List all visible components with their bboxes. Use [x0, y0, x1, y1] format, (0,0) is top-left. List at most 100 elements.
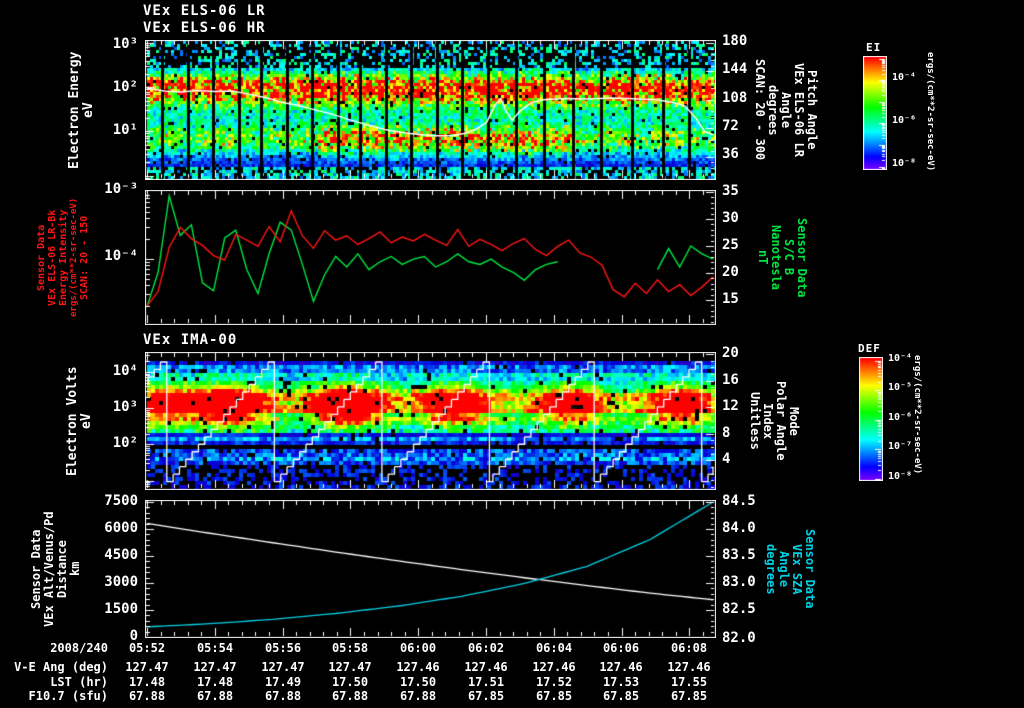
- time-tick-7: 06:06: [602, 641, 640, 655]
- time-tick-3: 05:58: [331, 641, 369, 655]
- time-tick-1: 05:54: [196, 641, 234, 655]
- def-colorbar-canvas: [859, 357, 883, 481]
- p4-right-axis-label: Sensor Data VEx SZA Angle degrees: [764, 500, 817, 638]
- p4-right-axis-label-line1: Sensor Data: [803, 529, 817, 609]
- p4-ytick-4500: 4500: [104, 547, 138, 563]
- p1-right-axis-label-line3: Angle: [779, 91, 793, 129]
- panel1-title-line2: VEx ELS-06 HR: [143, 20, 266, 36]
- def-cbtick-1e-8: 10⁻⁸: [888, 471, 913, 482]
- p3-right-axis-label-line3: Index: [761, 402, 775, 440]
- ei-cbtick-1e-8: 10⁻⁸: [892, 158, 917, 169]
- def-colorbar-units-text: ergs/(cm**2-sr-sec-eV): [912, 355, 922, 475]
- time-tick-0: 05:52: [128, 641, 166, 655]
- ephemeris-cell: 67.88: [196, 689, 234, 703]
- ei-colorbar-units-text: ergs/(cm**2-sr-sec-eV): [925, 52, 935, 172]
- panel3-title: VEx IMA-00: [143, 332, 238, 348]
- p2-right-axis-label-line2: S/C B: [782, 239, 796, 276]
- time-tick-8: 06:08: [670, 641, 708, 655]
- p1-left-axis-label: Electron Energy eV: [67, 40, 96, 180]
- p3-right-axis-label-line4: Unitless: [748, 392, 762, 450]
- p2-right-axis-label-line3: Nanotesla: [769, 224, 783, 291]
- ephemeris-cell: 127.47: [328, 660, 372, 674]
- ephemeris-cell: 127.46: [532, 660, 576, 674]
- p4-ytick-3000: 3000: [104, 574, 138, 590]
- altitude-sza-line-chart-canvas: [145, 500, 716, 638]
- p2-left-axis-label-line5: SCAN: 20 - 150: [79, 215, 90, 300]
- ephemeris-cell: 127.46: [599, 660, 643, 674]
- p1-left-axis-label-line1: Electron Energy: [67, 51, 82, 169]
- ephemeris-cell: 127.46: [667, 660, 711, 674]
- ephemeris-cell: 67.88: [264, 689, 302, 703]
- p3-left-axis-label-line1: Electron Volts: [65, 366, 80, 476]
- ephemeris-cell: 127.47: [261, 660, 305, 674]
- p3-left-axis-label-line2: eV: [79, 413, 94, 429]
- ephemeris-row-label-f107: F10.7 (sfu): [28, 689, 108, 703]
- time-tick-4: 06:00: [399, 641, 437, 655]
- p2-left-axis-label: Sensor Data VEx ELS-06 LR-Bk Energy Inte…: [36, 190, 90, 325]
- def-cbtick-1e-5: 10⁻⁵: [888, 382, 913, 393]
- ephemeris-cell: 67.88: [331, 689, 369, 703]
- ephemeris-cell: 17.51: [467, 675, 505, 689]
- p3-left-axis-label: Electron Volts eV: [65, 352, 94, 490]
- ephemeris-cell: 67.85: [467, 689, 505, 703]
- p2-left-axis-label-line4: ergs/(cm**2-sr-sec-eV): [69, 197, 79, 318]
- def-cbtick-1e-4: 10⁻⁴: [888, 353, 913, 364]
- p2-left-axis-label-line2: VEx ELS-06 LR-Bk: [47, 209, 58, 306]
- p1-right-axis-label-line2: VEx ELS-06 LR: [792, 63, 806, 157]
- ephemeris-cell: 17.48: [196, 675, 234, 689]
- def-cbtick-1e-7: 10⁻⁷: [888, 441, 913, 452]
- date-label: 2008/240: [50, 641, 108, 655]
- p2-left-axis-label-line1: Sensor Data: [36, 224, 47, 291]
- ephemeris-cell: 127.46: [396, 660, 440, 674]
- vex-quicklook-plot-window: VEx ELS-06 LR VEx ELS-06 HR VEx IMA-00 1…: [0, 0, 1024, 708]
- def-colorbar-title: DEF: [858, 342, 881, 355]
- ephemeris-cell: 127.47: [125, 660, 169, 674]
- ephemeris-cell: 17.49: [264, 675, 302, 689]
- p4-right-axis-label-line2: VEx SZA: [790, 543, 804, 595]
- p1-right-axis-label-line5: SCAN: 20 - 300: [753, 59, 767, 161]
- p2-right-axis-label-line4: nT: [756, 250, 770, 265]
- ephemeris-cell: 67.85: [670, 689, 708, 703]
- ei-cbtick-1e-4: 10⁻⁴: [892, 72, 917, 83]
- p3-right-axis-label-line2: Polar Angle: [774, 381, 788, 461]
- p1-right-axis-label-line1: Pitch Angle: [805, 70, 819, 150]
- p1-right-axis-label: Pitch Angle VEx ELS-06 LR Angle degrees …: [753, 40, 819, 180]
- p4-right-axis-label-line3: Angle: [777, 550, 791, 588]
- def-cbtick-1e-6: 10⁻⁶: [888, 412, 913, 423]
- p4-left-axis-label-line4: km: [68, 561, 82, 577]
- panel1-title-line1: VEx ELS-06 LR: [143, 3, 266, 19]
- ephemeris-cell: 67.85: [535, 689, 573, 703]
- p4-ytick-6000: 6000: [104, 520, 138, 536]
- ephemeris-row-label-ve-ang: V-E Ang (deg): [14, 660, 108, 674]
- p4-right-axis-label-line4: degrees: [764, 543, 778, 595]
- ei-colorbar-canvas: [863, 56, 887, 170]
- ephemeris-cell: 17.50: [399, 675, 437, 689]
- p4-ytick-1500: 1500: [104, 601, 138, 617]
- p3-right-axis-label-line1: Mode: [787, 406, 801, 436]
- p2-right-axis-label: Sensor Data S/C B Nanotesla nT: [756, 190, 809, 325]
- ephemeris-cell: 17.52: [535, 675, 573, 689]
- time-tick-2: 05:56: [264, 641, 302, 655]
- ephemeris-cell: 17.50: [331, 675, 369, 689]
- p1-right-axis-label-line4: degrees: [766, 84, 780, 136]
- p2-right-axis-label-line1: Sensor Data: [795, 217, 809, 298]
- ephemeris-cell: 127.47: [193, 660, 237, 674]
- els-pitch-angle-spectrogram-canvas: [145, 40, 716, 180]
- p1-left-axis-label-line2: eV: [81, 102, 96, 118]
- ephemeris-cell: 17.53: [602, 675, 640, 689]
- ephemeris-cell: 127.46: [464, 660, 508, 674]
- intensity-bfield-line-chart-canvas: [145, 190, 716, 325]
- def-colorbar-units: ergs/(cm**2-sr-sec-eV): [912, 347, 922, 483]
- ima-spectrogram-canvas: [145, 352, 716, 490]
- ephemeris-cell: 67.88: [399, 689, 437, 703]
- ephemeris-cell: 17.48: [128, 675, 166, 689]
- ei-cbtick-1e-6: 10⁻⁶: [892, 115, 917, 126]
- p3-right-axis-label: Mode Polar Angle Index Unitless: [748, 352, 801, 490]
- p4-left-axis-label: Sensor Data VEx Alt/Venus/Pd Distance km: [29, 500, 82, 638]
- p2-left-axis-label-line3: Energy Intensity: [58, 209, 69, 306]
- ephemeris-row-label-lst: LST (hr): [50, 675, 108, 689]
- time-tick-6: 06:04: [535, 641, 573, 655]
- ephemeris-cell: 17.55: [670, 675, 708, 689]
- ephemeris-cell: 67.88: [128, 689, 166, 703]
- ei-colorbar-title: EI: [866, 41, 882, 54]
